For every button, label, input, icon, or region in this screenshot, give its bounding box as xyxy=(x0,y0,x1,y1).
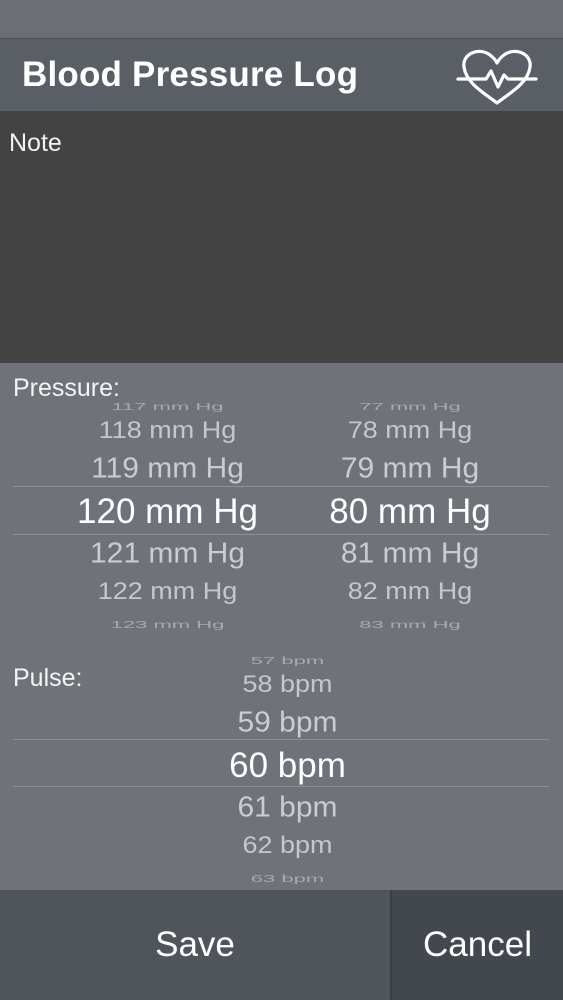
pulse-selection-top-line xyxy=(13,739,549,740)
diastolic-picker[interactable]: 77 mm Hg 78 mm Hg 79 mm Hg 80 mm Hg 81 mm Hg… xyxy=(290,380,530,630)
page-title: Blood Pressure Log xyxy=(22,55,359,94)
pulse-option[interactable]: 57 bpm xyxy=(140,652,435,669)
heart-pulse-icon[interactable] xyxy=(456,45,538,107)
note-label: Note xyxy=(9,129,62,157)
systolic-option[interactable]: 122 mm Hg xyxy=(40,575,295,608)
pulse-option[interactable]: 62 bpm xyxy=(140,829,435,862)
systolic-option[interactable]: 118 mm Hg xyxy=(40,414,295,447)
diastolic-option[interactable]: 79 mm Hg xyxy=(290,451,530,487)
systolic-option[interactable]: 119 mm Hg xyxy=(40,451,295,487)
pulse-label: Pulse: xyxy=(13,664,83,692)
pulse-option[interactable]: 59 bpm xyxy=(140,705,435,741)
systolic-option[interactable]: 123 mm Hg xyxy=(40,616,295,630)
systolic-option[interactable]: 121 mm Hg xyxy=(40,536,295,572)
pulse-option[interactable]: 63 bpm xyxy=(140,870,435,884)
pulse-option[interactable]: 61 bpm xyxy=(140,790,435,826)
app-header: Blood Pressure Log xyxy=(0,38,563,112)
diastolic-option[interactable]: 81 mm Hg xyxy=(290,536,530,572)
footer-toolbar: Save Cancel xyxy=(0,890,563,1000)
save-button[interactable]: Save xyxy=(0,890,390,1000)
pulse-selected-value[interactable]: 60 bpm xyxy=(140,747,435,784)
systolic-option[interactable]: 117 mm Hg xyxy=(40,398,295,415)
diastolic-option[interactable]: 77 mm Hg xyxy=(290,398,530,415)
pressure-selection-top-line xyxy=(13,486,549,487)
diastolic-selected-value[interactable]: 80 mm Hg xyxy=(290,493,530,530)
cancel-button[interactable]: Cancel xyxy=(392,890,563,1000)
note-area[interactable]: Note xyxy=(0,111,563,363)
diastolic-option[interactable]: 78 mm Hg xyxy=(290,414,530,447)
diastolic-option[interactable]: 83 mm Hg xyxy=(290,616,530,630)
pulse-picker[interactable]: 57 bpm 58 bpm 59 bpm 60 bpm 61 bpm 62 bpm 63 b… xyxy=(140,634,435,884)
pressure-selection-bottom-line xyxy=(13,534,549,535)
systolic-picker[interactable]: 117 mm Hg 118 mm Hg 119 mm Hg 120 mm Hg 121 … xyxy=(40,380,295,630)
status-bar xyxy=(0,0,563,38)
diastolic-option[interactable]: 82 mm Hg xyxy=(290,575,530,608)
systolic-selected-value[interactable]: 120 mm Hg xyxy=(40,493,295,530)
pulse-option[interactable]: 58 bpm xyxy=(140,668,435,701)
pulse-selection-bottom-line xyxy=(13,786,549,787)
